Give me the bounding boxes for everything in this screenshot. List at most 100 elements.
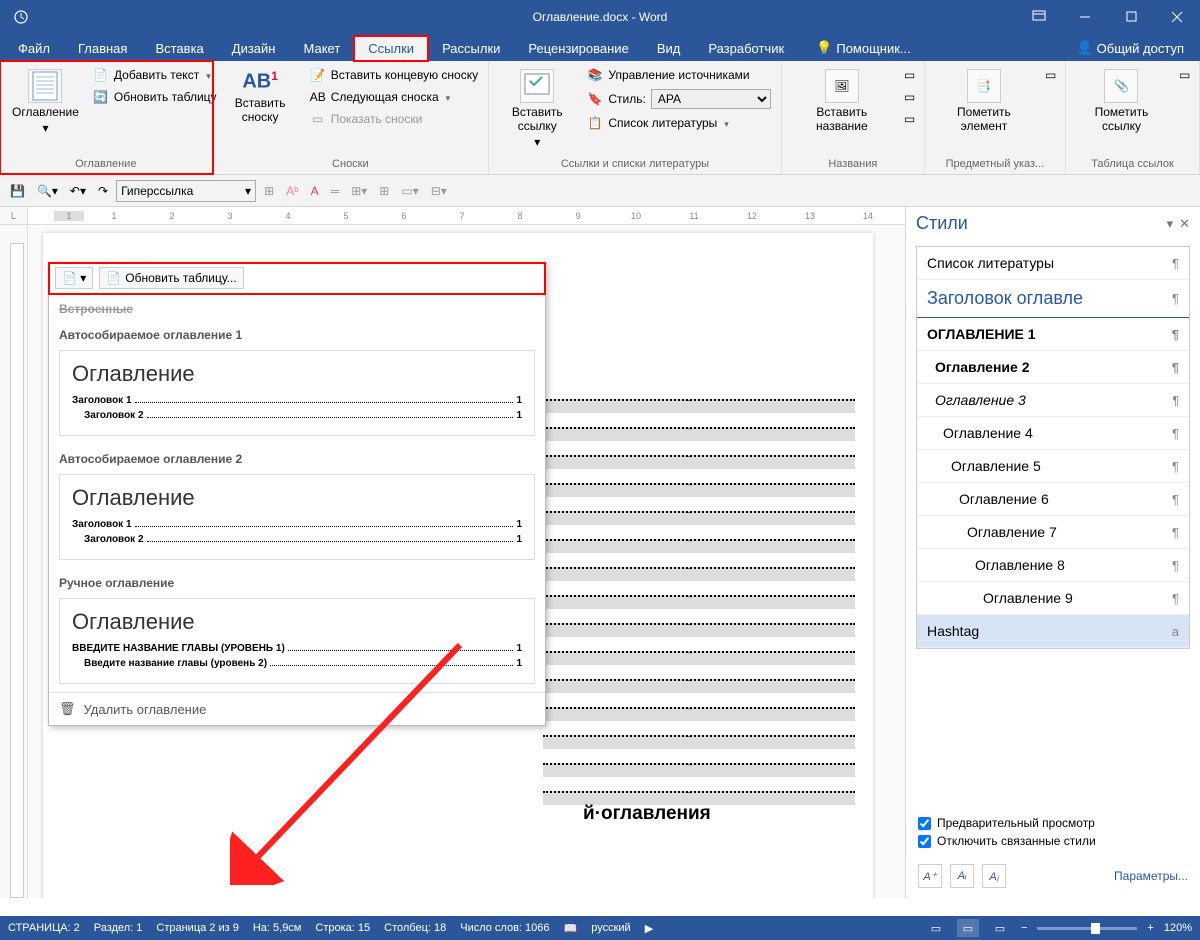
close-button[interactable] [1154, 0, 1200, 33]
status-column[interactable]: Столбец: 18 [384, 922, 446, 934]
qat-dropdown[interactable]: 🔍▾ [33, 179, 62, 203]
style-combo[interactable]: Гиперссылка▾ [116, 180, 256, 202]
ruler-corner[interactable]: L [0, 207, 28, 225]
qat-item-4[interactable]: ═ [327, 179, 344, 203]
view-print-icon[interactable]: ▭ [957, 919, 979, 937]
pane-close-icon[interactable]: ✕ [1179, 216, 1190, 232]
manage-sources-button[interactable]: 📚Управление источниками [583, 65, 774, 85]
caption-extra-2[interactable]: ▭ [900, 87, 918, 107]
tab-design[interactable]: Дизайн [218, 36, 290, 61]
style-item[interactable]: Оглавление 9¶ [917, 582, 1189, 615]
share-button[interactable]: 👤 Общий доступ [1064, 35, 1196, 61]
style-inspector-icon[interactable]: Aᵢ [950, 864, 974, 888]
qat-item-7[interactable]: ▭▾ [397, 179, 422, 203]
toc-preview-manual[interactable]: Оглавление ВВЕДИТЕ НАЗВАНИЕ ГЛАВЫ (УРОВЕ… [59, 598, 535, 684]
vertical-ruler[interactable] [0, 225, 28, 898]
insert-footnote-button[interactable]: АВ1 Вставить сноску [219, 65, 302, 156]
view-read-icon[interactable]: ▭ [925, 919, 947, 937]
toc-manual-label[interactable]: Ручное оглавление [49, 568, 545, 594]
autosave-icon[interactable] [6, 2, 36, 32]
new-style-icon[interactable]: A⁺ [918, 864, 942, 888]
styles-params-link[interactable]: Параметры... [1114, 869, 1188, 883]
tab-home[interactable]: Главная [64, 36, 141, 61]
status-words[interactable]: Число слов: 1066 [460, 922, 549, 934]
zoom-value[interactable]: 120% [1164, 922, 1192, 934]
update-table-button[interactable]: 🔄Обновить таблицу [89, 87, 221, 107]
qat-item-8[interactable]: ⊟▾ [427, 179, 451, 203]
status-macro-icon[interactable]: ▶ [645, 922, 653, 935]
next-footnote-button[interactable]: ABСледующая сноска [306, 87, 482, 107]
add-text-button[interactable]: 📄Добавить текст [89, 65, 221, 85]
tab-mailings[interactable]: Рассылки [428, 36, 514, 61]
pane-options-icon[interactable]: ▾ [1167, 216, 1174, 232]
tab-insert[interactable]: Вставка [141, 36, 217, 61]
toc-gallery-menu-icon[interactable]: 📄 ▾ [55, 267, 93, 289]
status-language[interactable]: русский [591, 922, 630, 934]
status-spellcheck-icon[interactable]: 📖 [564, 922, 578, 935]
style-item[interactable]: Оглавление 7¶ [917, 516, 1189, 549]
manage-styles-icon[interactable]: Aⱼ [982, 864, 1006, 888]
style-item[interactable]: ОГЛАВЛЕНИЕ 1¶ [917, 318, 1189, 351]
tab-review[interactable]: Рецензирование [514, 36, 642, 61]
status-line[interactable]: Строка: 15 [315, 922, 370, 934]
style-item[interactable]: Оглавление 5¶ [917, 450, 1189, 483]
save-icon[interactable]: 💾 [6, 179, 29, 203]
style-item[interactable]: Hashtaga [917, 615, 1189, 648]
styles-list[interactable]: Список литературы¶Заголовок оглавле¶ОГЛА… [916, 246, 1190, 649]
qat-item-6[interactable]: ⊞ [375, 179, 393, 203]
qat-item-1[interactable]: ⊞ [260, 179, 278, 203]
tab-developer[interactable]: Разработчик [694, 36, 798, 61]
tab-file[interactable]: Файл [4, 36, 64, 61]
redo-icon[interactable]: ↷ [94, 179, 112, 203]
style-item[interactable]: Заголовок оглавле¶ [917, 280, 1189, 318]
style-item[interactable]: Оглавление 2¶ [917, 351, 1189, 384]
zoom-in-icon[interactable]: + [1147, 922, 1153, 934]
insert-citation-button[interactable]: Вставить ссылку▾ [495, 65, 579, 156]
disable-linked-checkbox[interactable]: Отключить связанные стили [918, 834, 1188, 848]
status-section[interactable]: Раздел: 1 [94, 922, 143, 934]
tab-references[interactable]: Ссылки [354, 36, 428, 61]
undo-icon[interactable]: ↶▾ [66, 179, 90, 203]
style-item[interactable]: Оглавление 8¶ [917, 549, 1189, 582]
show-notes-button[interactable]: ▭Показать сноски [306, 109, 482, 129]
zoom-slider[interactable] [1037, 927, 1137, 930]
tell-me-assist[interactable]: 💡 Помощник... [806, 35, 921, 61]
index-extra[interactable]: ▭ [1041, 65, 1059, 85]
tab-view[interactable]: Вид [643, 36, 695, 61]
caption-extra-1[interactable]: ▭ [900, 65, 918, 85]
tab-layout[interactable]: Макет [289, 36, 354, 61]
mark-citation-button[interactable]: 📎Пометить ссылку [1072, 65, 1171, 156]
toc-delete-item[interactable]: 🗑 Удалить оглавление [49, 692, 545, 725]
preview-checkbox[interactable]: Предварительный просмотр [918, 816, 1188, 830]
minimize-button[interactable] [1062, 0, 1108, 33]
qat-item-2[interactable]: Aᵇ [282, 179, 303, 203]
style-item[interactable]: Оглавление 3¶ [917, 384, 1189, 417]
caption-extra-3[interactable]: ▭ [900, 109, 918, 129]
toc-auto1-label[interactable]: Автособираемое оглавление 1 [49, 320, 545, 346]
toc-update-table-button[interactable]: 📄Обновить таблицу... [99, 267, 243, 289]
style-item[interactable]: Список литературы¶ [917, 247, 1189, 280]
status-position[interactable]: На: 5,9см [253, 922, 302, 934]
status-page[interactable]: СТРАНИЦА: 2 [8, 922, 80, 934]
toc-preview-auto2[interactable]: Оглавление Заголовок 11 Заголовок 21 [59, 474, 535, 560]
toc-preview-auto1[interactable]: Оглавление Заголовок 11 Заголовок 21 [59, 350, 535, 436]
mark-entry-button[interactable]: 📑Пометить элемент [931, 65, 1037, 156]
maximize-button[interactable] [1108, 0, 1154, 33]
status-page-of[interactable]: Страница 2 из 9 [156, 922, 238, 934]
style-dropdown[interactable]: APA [651, 89, 771, 109]
toa-extra[interactable]: ▭ [1175, 65, 1193, 85]
qat-item-5[interactable]: ⊞▾ [347, 179, 371, 203]
insert-caption-button[interactable]: 🖼Вставить название [788, 65, 896, 156]
ribbon-display-icon[interactable] [1016, 0, 1062, 33]
insert-endnote-button[interactable]: 📝Вставить концевую сноску [306, 65, 482, 85]
zoom-out-icon[interactable]: − [1021, 922, 1027, 934]
style-item[interactable]: Оглавление 4¶ [917, 417, 1189, 450]
citation-style-select[interactable]: 🔖Стиль: APA [583, 87, 774, 111]
bibliography-button[interactable]: 📋Список литературы [583, 113, 774, 133]
toc-button[interactable]: Оглавление ▾ [6, 65, 85, 156]
style-item[interactable]: Оглавление 6¶ [917, 483, 1189, 516]
view-web-icon[interactable]: ▭ [989, 919, 1011, 937]
toc-auto2-label[interactable]: Автособираемое оглавление 2 [49, 444, 545, 470]
horizontal-ruler[interactable]: 1 1234567891011121314 [28, 207, 905, 225]
qat-item-3[interactable]: A [307, 179, 323, 203]
